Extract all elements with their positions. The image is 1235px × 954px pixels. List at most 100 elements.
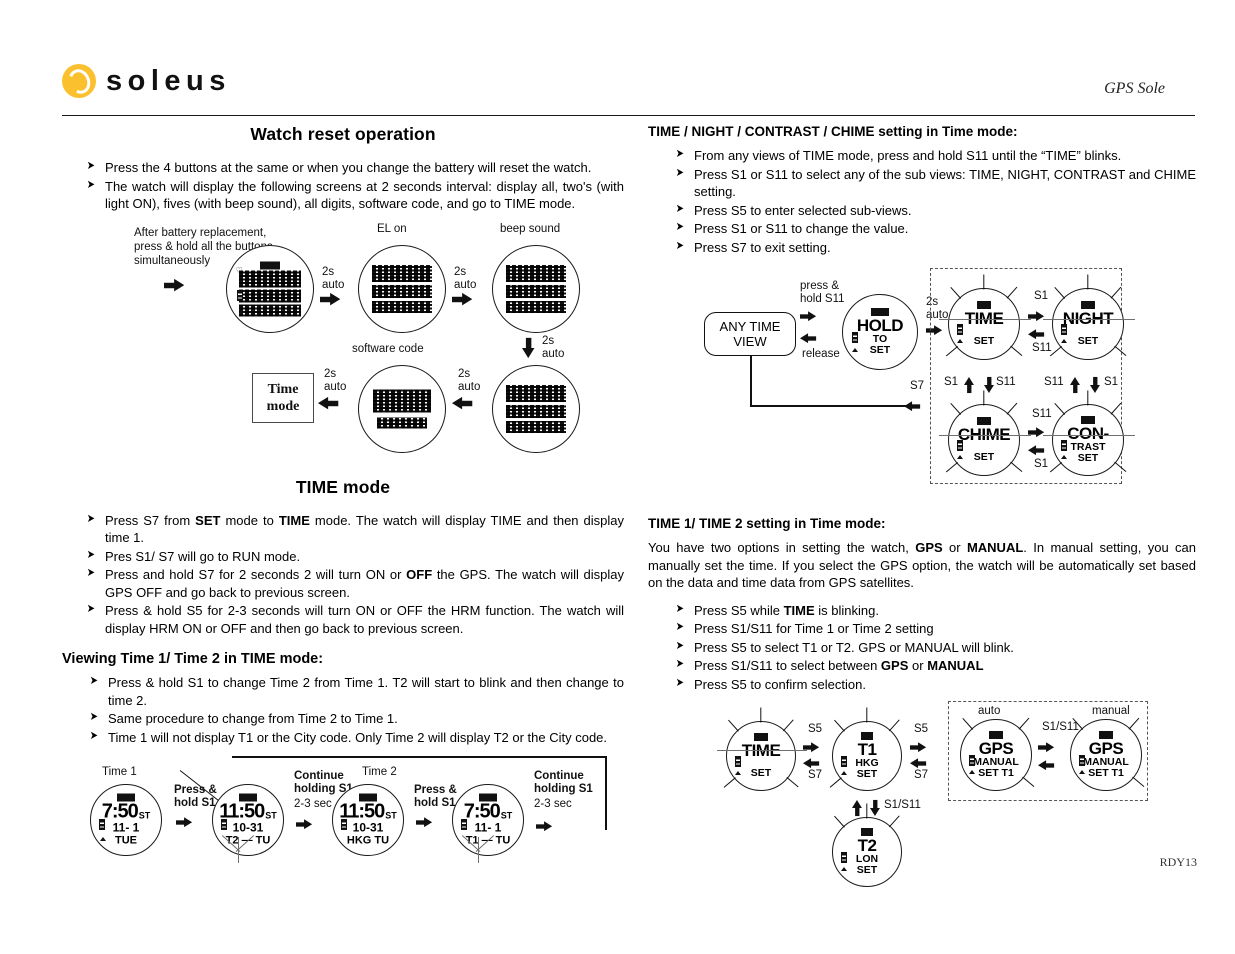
lcd-digits-8888 [506,384,566,402]
auto-2s-label: 2s auto [454,265,477,291]
viewing-time-diagram: Time 1 7:50 ST 11- 1 TUE Press & hold S1 1… [62,756,624,876]
brand-name: soleus [106,64,231,97]
watch-t2-lon-set: T2 LON SET [832,803,902,887]
lcd-digits-2222 [372,300,432,313]
lcd-bot-word: SET [750,767,772,779]
auto-2s-label: 2s auto [324,367,347,393]
arrow-right-icon [164,278,185,291]
soleus-swirl-logo-icon [62,64,96,98]
arrow-right-icon [536,821,553,832]
list-item: Press S1 or S11 to select any of the sub… [648,166,1196,201]
watch-contrast-setting: CON- TRAST SET [1043,390,1135,476]
triangle-icon [1079,770,1086,775]
arrow-left-icon [452,396,473,409]
s1-s11-label-vertical: S1/S11 [884,799,921,811]
s7-label-1: S7 [808,769,823,781]
watch-t2-blink: 11:50 ST 10-31 T2 — TU [212,784,284,863]
lcd-day-value: T1 — TU [465,834,511,847]
watch-time-setting: TIME SET [939,274,1031,360]
arrow-down-icon [522,337,535,358]
arrow-right-icon [910,742,927,753]
arrow-right-icon [1028,427,1045,438]
lcd-main-word: GPS [978,739,1014,758]
watch-screen-software-code [358,364,446,453]
triangle-icon [100,836,107,841]
right-column: TIME / NIGHT / CONTRAST / CHIME setting … [648,124,1196,893]
lcd-time-value: 11:50 ST [219,802,277,822]
lcd-all-segments [239,304,301,316]
watch-hold-to-set: HOLD TO SET [842,294,918,370]
arrow-left-icon [1038,760,1055,771]
lcd-time-value: 7:50 ST [464,802,513,822]
list-item: Press and hold S7 for 2 seconds 2 will t… [62,566,624,601]
page-title: Watch reset operation [250,124,436,144]
triangle-icon [957,455,964,460]
arrow-right-icon [1038,742,1055,753]
list-item: Same procedure to change from Time 2 to … [62,710,624,728]
manual-label: manual [1092,705,1130,717]
left-column: Watch reset operation Press the 4 button… [62,124,624,876]
arrow-right-icon [176,817,193,828]
battery-icon [461,818,468,830]
lcd-main-word: T1 [857,740,877,759]
watch-time2-view: 11:50 ST 10-31 HKG TU [332,784,404,856]
list-item: Press & hold S1 to change Time 2 from Ti… [62,674,624,709]
press-hold-s1-label-2: Press & hold S1 [414,784,457,809]
arrow-left-icon [910,758,927,769]
arrow-down-icon [870,799,881,817]
battery-icon [851,332,858,343]
battery-icon [341,818,348,830]
battery-icon [841,852,848,863]
exit-path-horizontal [750,405,908,407]
any-time-view-line1: ANY TIME [719,319,781,334]
lcd-main-word: GPS [1088,739,1124,758]
lcd-main-word: CON- [1067,424,1109,443]
lcd-digits-5555 [506,284,566,298]
list-item: Time 1 will not display T1 or the City c… [62,729,624,747]
reset-bullet-list: Press the 4 buttons at the same or when … [62,159,624,213]
any-time-view-box: ANY TIME VIEW [704,312,796,356]
arrow-left-icon [1028,329,1045,340]
lcd-all-segments [239,289,301,302]
list-item: Press S5 to enter selected sub-views. [648,202,1196,220]
time-mode-bullet-list: Press S7 from SET mode to TIME mode. The… [62,512,624,638]
arrow-up-icon [1070,376,1081,394]
setting-bullet-list: From any views of TIME mode, press and h… [648,147,1196,256]
lcd-main-word: TIME [741,741,781,760]
arrow-left-icon [803,758,820,769]
triangle-icon [969,770,976,775]
watch-gps-manual-manual: GPS MANUAL SET T1 [1070,717,1145,791]
document-revision-code: RDY13 [1159,855,1197,869]
lcd-digits-2222 [372,284,432,298]
lcd-main-word: T2 [857,836,877,855]
triangle-icon [957,339,964,344]
arrow-right-icon [320,292,341,305]
lcd-digits-5555 [506,264,566,282]
lcd-top-bar [753,733,769,741]
auto-label: auto [978,705,1001,717]
lcd-top-bar [1080,301,1096,309]
s11-label-vert-right: S11 [1044,376,1064,388]
battery-icon [1061,440,1068,451]
list-item: The watch will display the following scr… [62,178,624,213]
triangle-icon [239,309,246,314]
arrow-down-icon [984,376,995,394]
lcd-main-word: HOLD [856,316,904,335]
battery-icon [237,290,244,302]
list-item: Press S7 to exit setting. [648,239,1196,257]
time-mode-box: Time mode [252,372,314,423]
list-item: Press the 4 buttons at the same or when … [62,159,624,177]
s1-label-vert-left: S1 [944,376,959,388]
watch-time1-view: 7:50 ST 11- 1 TUE [90,784,162,856]
lcd-top-bar [861,732,873,740]
continue-holding-s1-sec-1: 2-3 sec [294,798,332,810]
press-hold-s11-label: press & hold S11 [800,280,845,305]
watch-chime-setting: CHIME SET [939,390,1031,476]
battery-icon [221,818,228,830]
arrow-right-icon [800,311,817,322]
arrow-right-icon [296,819,313,830]
s11-label-vert-left: S11 [996,376,1016,388]
lcd-digits-8888 [506,404,566,418]
watch-t1-hkg-set: T1 HKG SET [829,707,902,791]
time-mode-box-line1: Time [267,381,299,397]
